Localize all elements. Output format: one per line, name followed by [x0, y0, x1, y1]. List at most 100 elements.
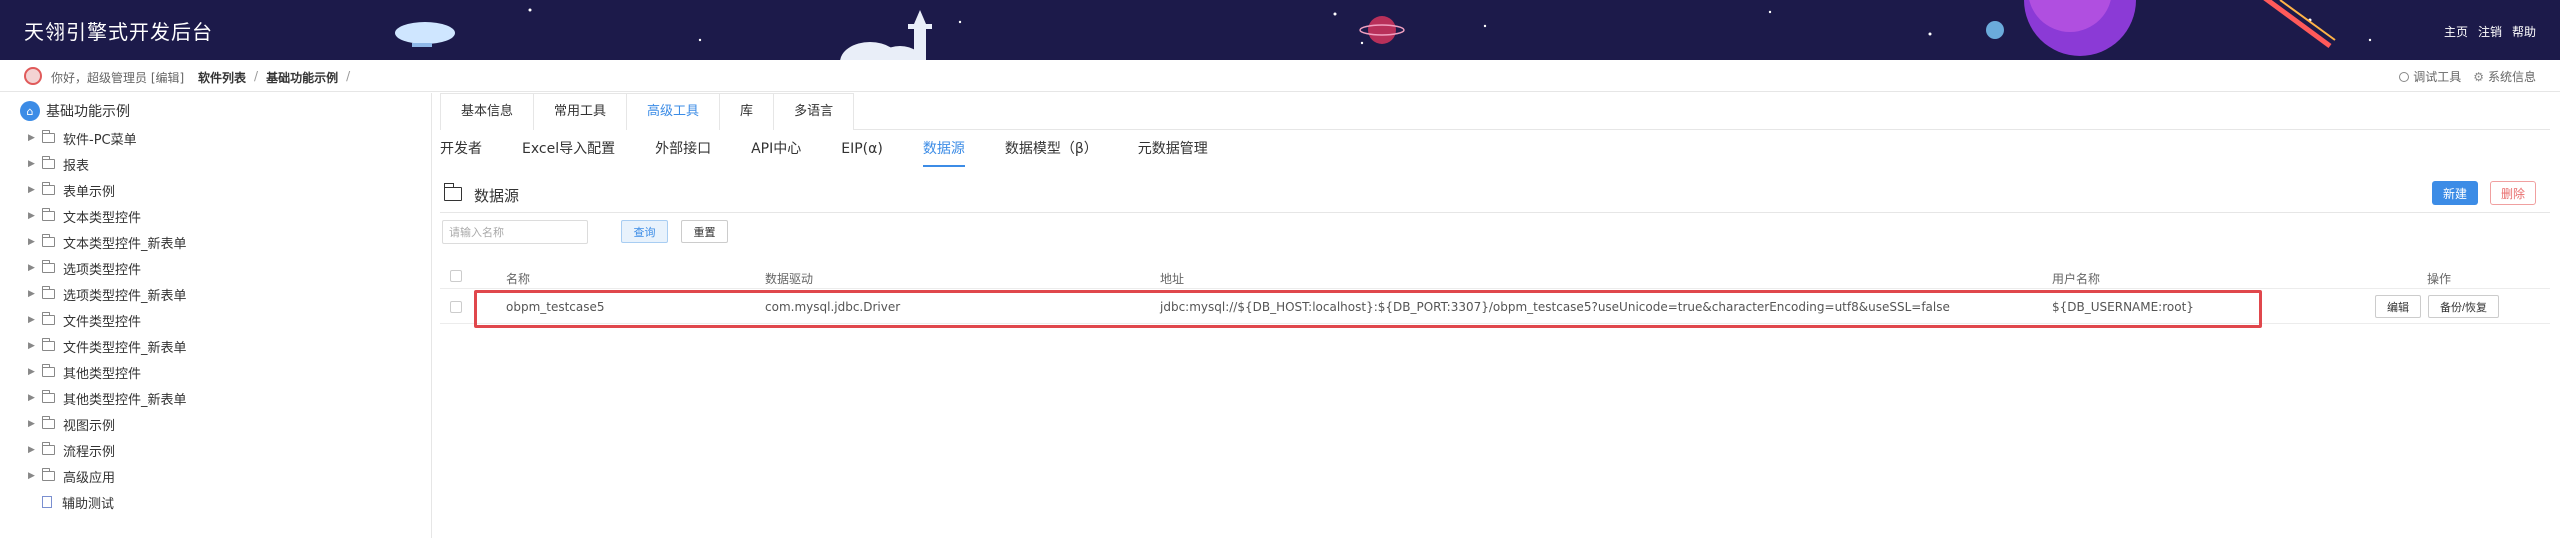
folder-icon — [42, 156, 55, 169]
tree-item-label: 辅助测试 — [62, 496, 115, 512]
tab-common-tools[interactable]: 常用工具 — [533, 93, 628, 130]
tab-data-source[interactable]: 数据源 — [922, 137, 965, 167]
folder-icon — [42, 312, 55, 325]
tab-external-api[interactable]: 外部接口 — [655, 137, 711, 167]
top-nav: 主页 注销 帮助 — [2444, 23, 2536, 40]
caret-right-icon[interactable]: ▶ — [28, 133, 42, 143]
tree-item[interactable]: ▶ 选项类型控件_新表单 — [28, 281, 187, 307]
debug-tools-label: 调试工具 — [2413, 70, 2462, 84]
section-header: 数据源 — [440, 177, 2550, 213]
tree-item-label: 其他类型控件 — [63, 366, 142, 382]
reset-button[interactable]: 重置 — [681, 220, 728, 243]
caret-right-icon[interactable]: ▶ — [28, 211, 42, 221]
tab-basic-info[interactable]: 基本信息 — [440, 93, 535, 130]
cell-name: obpm_testcase5 — [506, 300, 605, 314]
system-info-button[interactable]: ⚙ 系统信息 — [2473, 68, 2536, 85]
tree-item[interactable]: ▶ 选项类型控件 — [28, 255, 187, 281]
folder-icon — [42, 234, 55, 247]
tab-library[interactable]: 库 — [719, 93, 775, 130]
edit-button[interactable]: 编辑 — [2375, 295, 2421, 318]
tree-item[interactable]: ▶ 软件-PC菜单 — [28, 125, 187, 151]
tab-api-center[interactable]: API中心 — [751, 137, 801, 167]
tree-item-label: 选项类型控件 — [63, 262, 142, 278]
tree-item-label: 表单示例 — [63, 184, 116, 200]
folder-icon — [42, 208, 55, 221]
secondary-tabs: 开发者 Excel导入配置 外部接口 API中心 EIP(α) 数据源 数据模型… — [440, 137, 2550, 167]
avatar[interactable] — [24, 67, 42, 85]
tree-item[interactable]: ▶ 视图示例 — [28, 411, 187, 437]
folder-icon — [443, 183, 462, 201]
tree-item[interactable]: ▶ 报表 — [28, 151, 187, 177]
tab-multi-language[interactable]: 多语言 — [773, 93, 855, 130]
user-greeting[interactable]: 你好，超级管理员 [编辑] — [51, 69, 184, 86]
tab-developer[interactable]: 开发者 — [440, 137, 482, 167]
tree-leaf-item[interactable]: 辅助测试 — [28, 489, 187, 515]
section-title: 数据源 — [474, 187, 520, 205]
tree-item[interactable]: ▶ 文件类型控件 — [28, 307, 187, 333]
tree-item-label: 文本类型控件_新表单 — [63, 236, 187, 252]
search-input[interactable] — [442, 220, 588, 244]
caret-right-icon[interactable]: ▶ — [28, 237, 42, 247]
caret-right-icon[interactable]: ▶ — [28, 315, 42, 325]
tree-root[interactable]: ⌂ 基础功能示例 — [20, 101, 130, 121]
cell-username: ${DB_USERNAME:root} — [2052, 300, 2194, 314]
caret-right-icon[interactable]: ▶ — [28, 367, 42, 377]
new-button[interactable]: 新建 — [2432, 181, 2478, 205]
tree-item[interactable]: ▶ 文件类型控件_新表单 — [28, 333, 187, 359]
query-button[interactable]: 查询 — [621, 220, 668, 243]
nav-logout-link[interactable]: 注销 — [2478, 23, 2502, 40]
caret-right-icon[interactable]: ▶ — [28, 289, 42, 299]
folder-icon — [42, 286, 55, 299]
table-row[interactable]: obpm_testcase5 com.mysql.jdbc.Driver jdb… — [440, 290, 2550, 324]
column-header-username: 用户名称 — [2052, 272, 2101, 286]
breadcrumb-software-list[interactable]: 软件列表 — [198, 69, 246, 86]
tree-item[interactable]: ▶ 流程示例 — [28, 437, 187, 463]
column-header-driver: 数据驱动 — [765, 272, 814, 286]
debug-circle-icon — [2399, 71, 2410, 82]
cell-driver: com.mysql.jdbc.Driver — [765, 300, 901, 314]
folder-icon — [42, 260, 55, 273]
tree-root-label: 基础功能示例 — [46, 104, 130, 120]
tab-metadata[interactable]: 元数据管理 — [1138, 137, 1208, 167]
tree-item[interactable]: ▶ 表单示例 — [28, 177, 187, 203]
caret-right-icon[interactable]: ▶ — [28, 393, 42, 403]
system-info-label: 系统信息 — [2487, 70, 2536, 84]
select-all-checkbox[interactable] — [450, 270, 462, 282]
backup-restore-button[interactable]: 备份/恢复 — [2428, 295, 2500, 318]
tree-item[interactable]: ▶ 其他类型控件_新表单 — [28, 385, 187, 411]
delete-button[interactable]: 删除 — [2490, 181, 2536, 205]
caret-right-icon[interactable]: ▶ — [28, 471, 42, 481]
caret-right-icon[interactable]: ▶ — [28, 263, 42, 273]
tab-data-model[interactable]: 数据模型（β） — [1005, 137, 1098, 167]
tab-eip[interactable]: EIP(α) — [841, 137, 883, 167]
nav-help-link[interactable]: 帮助 — [2512, 23, 2536, 40]
tree-item[interactable]: ▶ 高级应用 — [28, 463, 187, 489]
folder-icon — [42, 416, 55, 429]
debug-tools-button[interactable]: 调试工具 — [2399, 68, 2461, 85]
tree-item-label: 高级应用 — [63, 470, 116, 486]
caret-right-icon[interactable]: ▶ — [28, 185, 42, 195]
table-header: 名称 数据驱动 地址 用户名称 操作 — [440, 263, 2550, 289]
tree-list: ▶ 软件-PC菜单 ▶ 报表 ▶ 表单示例 ▶ 文本类型控件 ▶ 文本类型控件_新表单 ▶… — [28, 125, 187, 515]
folder-icon — [42, 130, 55, 143]
tree-item-label: 报表 — [63, 158, 90, 174]
caret-right-icon[interactable]: ▶ — [28, 341, 42, 351]
tab-excel-import[interactable]: Excel导入配置 — [522, 137, 615, 167]
gear-icon: ⚙ — [2473, 69, 2484, 84]
caret-right-icon[interactable]: ▶ — [28, 445, 42, 455]
breadcrumb-separator: / — [346, 69, 351, 83]
tree-item-label: 文件类型控件_新表单 — [63, 340, 187, 356]
tree-item[interactable]: ▶ 其他类型控件 — [28, 359, 187, 385]
tab-advanced-tools[interactable]: 高级工具 — [626, 93, 721, 130]
tree-item-label: 软件-PC菜单 — [63, 132, 137, 148]
tree-item-label: 文件类型控件 — [63, 314, 142, 330]
row-checkbox[interactable] — [450, 301, 462, 313]
folder-icon — [42, 338, 55, 351]
caret-right-icon[interactable]: ▶ — [28, 419, 42, 429]
breadcrumb-bar: 你好，超级管理员 [编辑] 软件列表 / 基础功能示例 / 调试工具 ⚙ 系统信… — [0, 60, 2560, 92]
nav-home-link[interactable]: 主页 — [2444, 23, 2468, 40]
tree-item[interactable]: ▶ 文本类型控件 — [28, 203, 187, 229]
breadcrumb-basic-demo[interactable]: 基础功能示例 — [266, 69, 338, 86]
tree-item[interactable]: ▶ 文本类型控件_新表单 — [28, 229, 187, 255]
caret-right-icon[interactable]: ▶ — [28, 159, 42, 169]
